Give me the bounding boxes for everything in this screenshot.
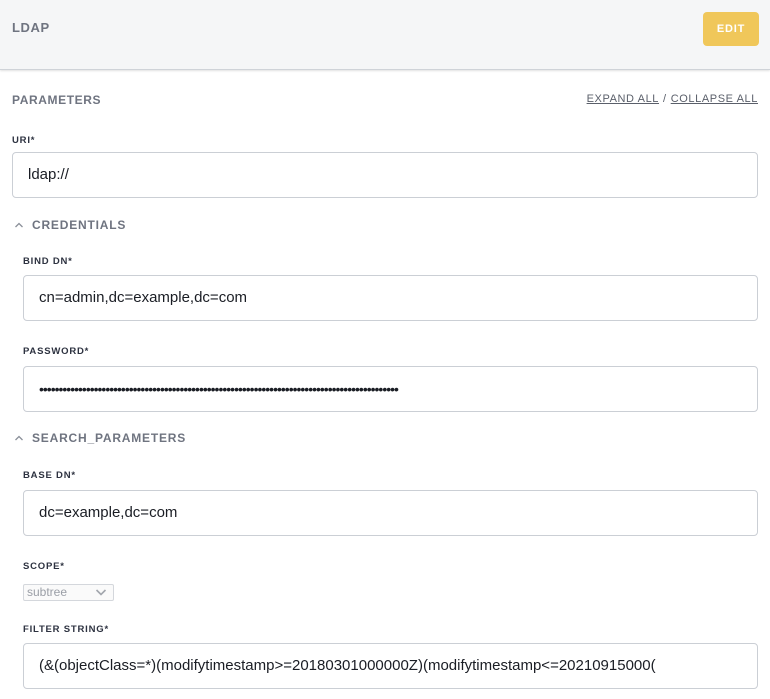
scope-select[interactable]: subtree bbox=[23, 584, 114, 601]
scope-label: SCOPE* bbox=[23, 561, 65, 572]
expand-collapse-links: EXPAND ALL / COLLAPSE ALL bbox=[587, 93, 758, 105]
links-separator: / bbox=[663, 93, 667, 105]
bind-dn-label: BIND DN* bbox=[23, 256, 73, 267]
expand-all-link[interactable]: EXPAND ALL bbox=[587, 93, 659, 105]
header-bar: LDAP EDIT bbox=[0, 0, 770, 70]
uri-label: URI* bbox=[12, 135, 36, 146]
page-title: LDAP bbox=[12, 20, 50, 35]
password-input[interactable]: ••••••••••••••••••••••••••••••••••••••••… bbox=[23, 366, 758, 412]
parameters-heading: PARAMETERS bbox=[12, 93, 102, 107]
chevron-down-icon bbox=[95, 589, 107, 596]
search-parameters-title: SEARCH_PARAMETERS bbox=[32, 431, 187, 445]
base-dn-label: BASE DN* bbox=[23, 470, 76, 481]
chevron-up-icon bbox=[15, 435, 23, 441]
bind-dn-input[interactable]: cn=admin,dc=example,dc=com bbox=[23, 275, 758, 321]
filter-string-label: FILTER STRING* bbox=[23, 624, 109, 635]
search-parameters-toggle[interactable]: SEARCH_PARAMETERS bbox=[14, 431, 186, 445]
edit-button[interactable]: EDIT bbox=[703, 12, 759, 46]
credentials-title: CREDENTIALS bbox=[32, 218, 127, 232]
filter-string-input[interactable]: (&(objectClass=*)(modifytimestamp>=20180… bbox=[23, 643, 758, 689]
collapse-all-link[interactable]: COLLAPSE ALL bbox=[671, 93, 758, 105]
scope-selected-value: subtree bbox=[27, 585, 68, 599]
chevron-up-icon bbox=[15, 222, 23, 228]
uri-input[interactable]: ldap:// bbox=[12, 152, 758, 198]
password-label: PASSWORD* bbox=[23, 346, 90, 357]
credentials-toggle[interactable]: CREDENTIALS bbox=[14, 218, 126, 232]
base-dn-input[interactable]: dc=example,dc=com bbox=[23, 490, 758, 536]
